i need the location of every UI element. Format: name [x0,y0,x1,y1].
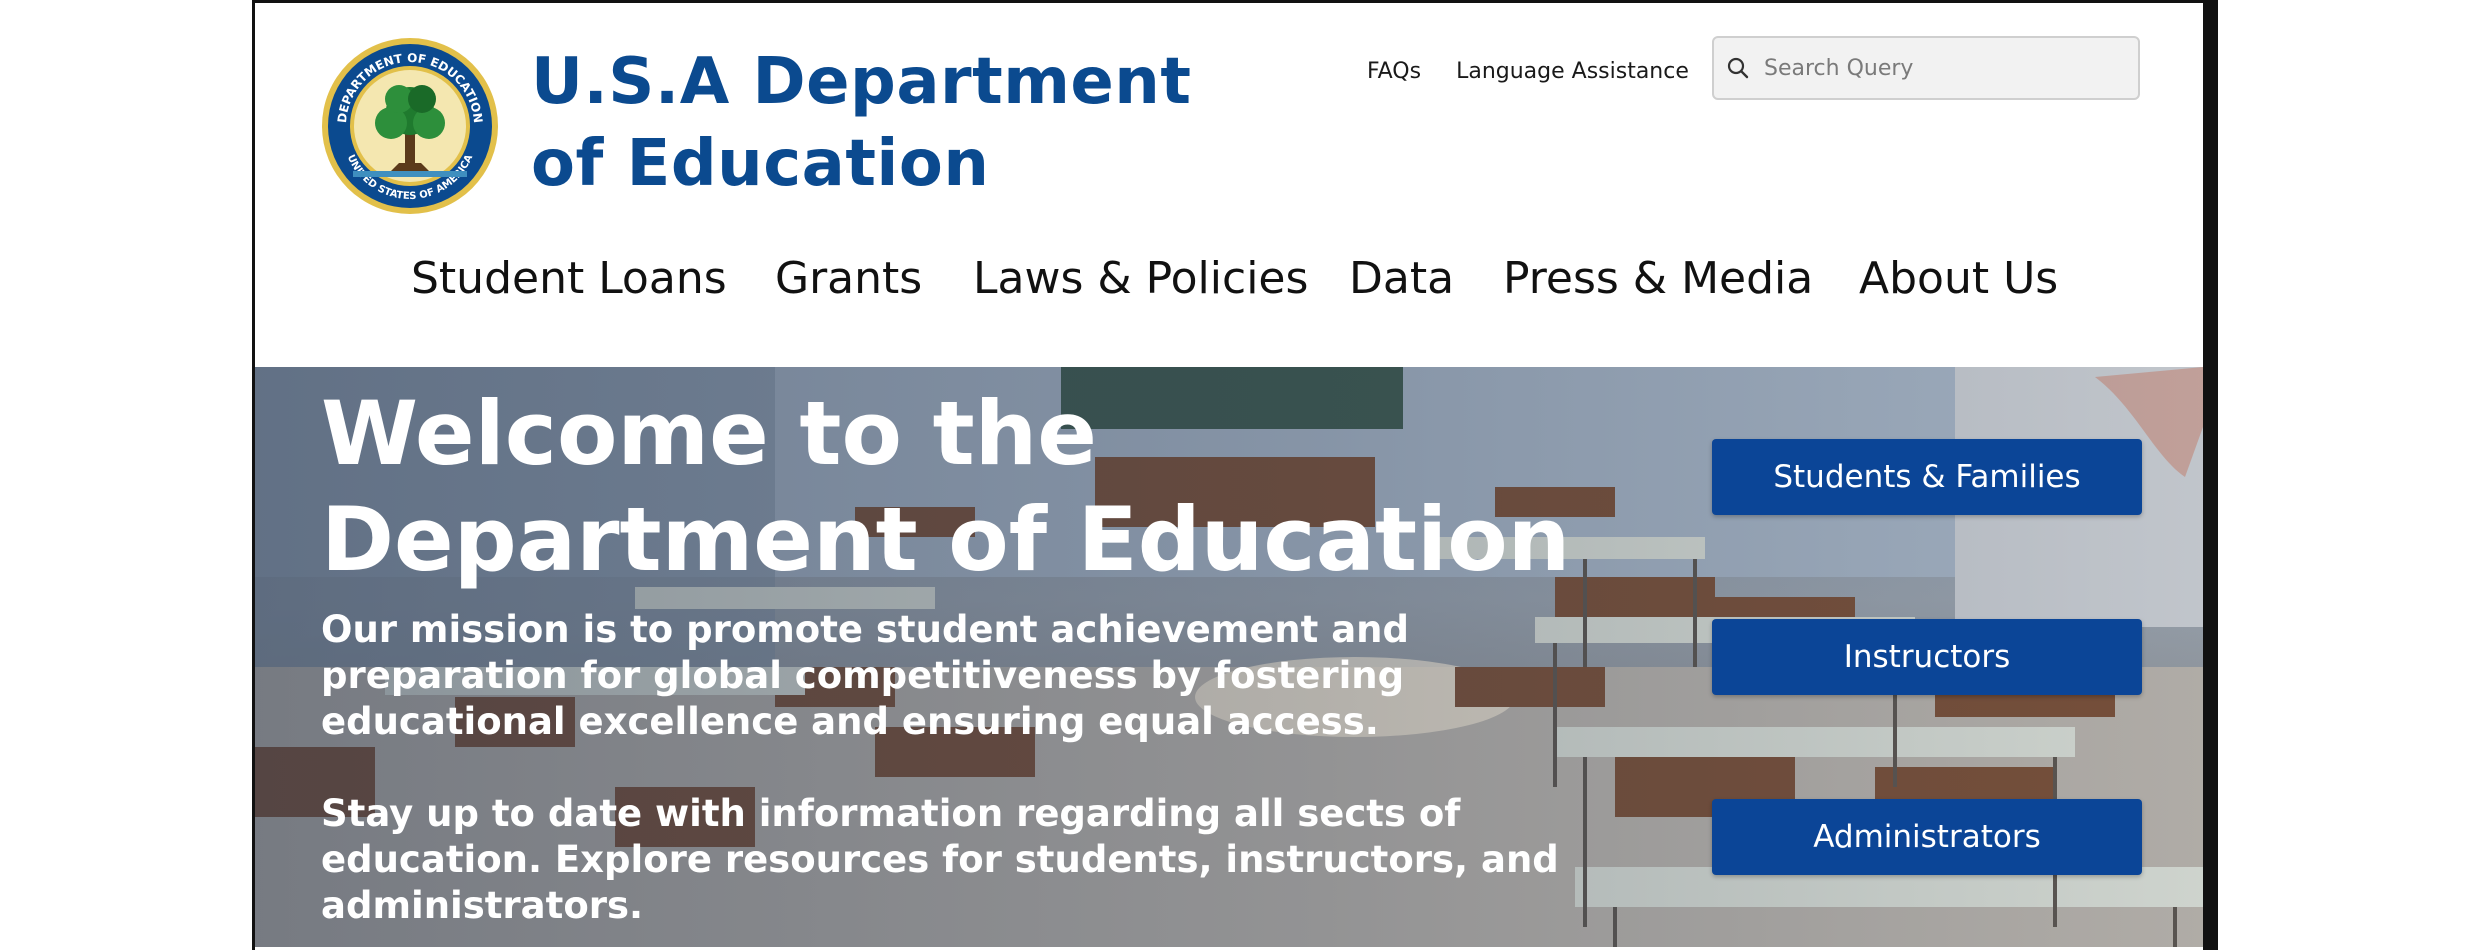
site-title-line2: of Education [531,127,990,201]
faqs-link[interactable]: FAQs [1367,59,1421,84]
site-title[interactable]: U.S.A Department of Education [531,41,1191,205]
hero-heading: Welcome to the Department of Education [321,381,1570,593]
hero-heading-line1: Welcome to the [321,382,1097,485]
students-families-button[interactable]: Students & Families [1712,439,2142,515]
nav-data[interactable]: Data [1349,253,1454,304]
nav-about-us[interactable]: About Us [1859,253,2058,304]
search-icon[interactable] [1726,56,1750,80]
mission-statement: Our mission is to promote student achiev… [321,608,1410,743]
search-input[interactable] [1762,54,2126,82]
nav-laws-policies[interactable]: Laws & Policies [973,253,1308,304]
nav-student-loans[interactable]: Student Loans [411,253,727,304]
nav-press-media[interactable]: Press & Media [1503,253,1813,304]
search-box[interactable] [1712,36,2140,100]
administrators-button[interactable]: Administrators [1712,799,2142,875]
nav-grants[interactable]: Grants [775,253,922,304]
language-assistance-link[interactable]: Language Assistance [1456,59,1689,84]
instructors-button[interactable]: Instructors [1712,619,2142,695]
main-nav: Student Loans Grants Laws & Policies Dat… [255,253,2203,323]
stay-up-to-date-text: Stay up to date with information regardi… [321,792,1559,927]
utility-links: FAQs Language Assistance [1367,59,1717,84]
department-seal-logo[interactable]: DEPARTMENT OF EDUCATION UNITED STATES OF… [321,37,499,215]
page-frame: DEPARTMENT OF EDUCATION UNITED STATES OF… [252,0,2218,950]
hero-heading-line2: Department of Education [321,488,1571,591]
hero-banner: Welcome to the Department of Education O… [255,367,2203,947]
site-title-line1: U.S.A Department [531,45,1192,119]
